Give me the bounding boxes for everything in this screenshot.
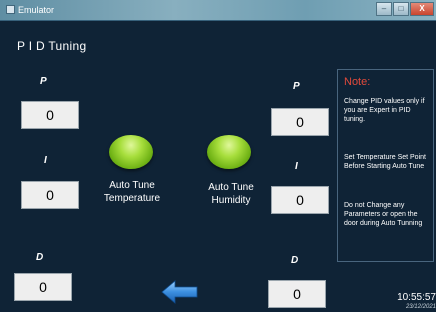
temperature-i-input[interactable]: 0 xyxy=(21,181,79,209)
note-line-setpoint: Set Temperature Set Point Before Startin… xyxy=(344,154,426,170)
temperature-p-label: P xyxy=(40,76,47,87)
humidity-d-input[interactable]: 0 xyxy=(268,280,326,308)
note-line-expert: Change PID values only if you are Expert… xyxy=(344,98,425,123)
minimize-button[interactable]: – xyxy=(376,2,392,16)
humidity-p-input[interactable]: 0 xyxy=(271,108,329,136)
humidity-p-label: P xyxy=(293,81,300,92)
emulator-window: Emulator – □ X P I D Tuning P 0 I 0 D 0 … xyxy=(0,0,436,312)
auto-tune-temperature-button[interactable] xyxy=(109,135,153,169)
maximize-button[interactable]: □ xyxy=(393,2,409,16)
humidity-d-label: D xyxy=(291,255,299,266)
auto-tune-temperature-line1: Auto Tune xyxy=(109,180,155,191)
auto-tune-humidity-button[interactable] xyxy=(207,135,251,169)
page-title: P I D Tuning xyxy=(17,39,87,53)
back-arrow-icon xyxy=(161,280,198,304)
back-button[interactable] xyxy=(160,280,200,304)
temperature-d-label: D xyxy=(36,252,44,263)
auto-tune-humidity-line1: Auto Tune xyxy=(208,182,254,193)
auto-tune-temperature-line2: Temperature xyxy=(103,193,161,204)
humidity-i-input[interactable]: 0 xyxy=(271,186,329,214)
humidity-i-label: I xyxy=(295,161,298,172)
auto-tune-humidity-label: Auto Tune Humidity xyxy=(193,181,269,207)
temperature-d-input[interactable]: 0 xyxy=(14,273,72,301)
note-panel: Note: Change PID values only if you are … xyxy=(337,69,434,262)
title-bar[interactable]: Emulator – □ X xyxy=(0,0,436,21)
window-title: Emulator xyxy=(18,5,55,15)
clock-time: 10:55:57 xyxy=(397,292,436,303)
clock-date: 23/12/2021 xyxy=(405,304,436,310)
window-controls: – □ X xyxy=(376,2,434,17)
temperature-i-label: I xyxy=(44,155,47,166)
temperature-p-input[interactable]: 0 xyxy=(21,101,79,129)
auto-tune-temperature-label: Auto Tune Temperature xyxy=(92,179,172,205)
app-icon xyxy=(6,5,15,14)
close-button[interactable]: X xyxy=(410,2,434,16)
note-line-door: Do not Change any Parameters or open the… xyxy=(344,202,423,227)
auto-tune-humidity-line2: Humidity xyxy=(211,195,251,206)
note-title: Note: xyxy=(344,76,371,88)
